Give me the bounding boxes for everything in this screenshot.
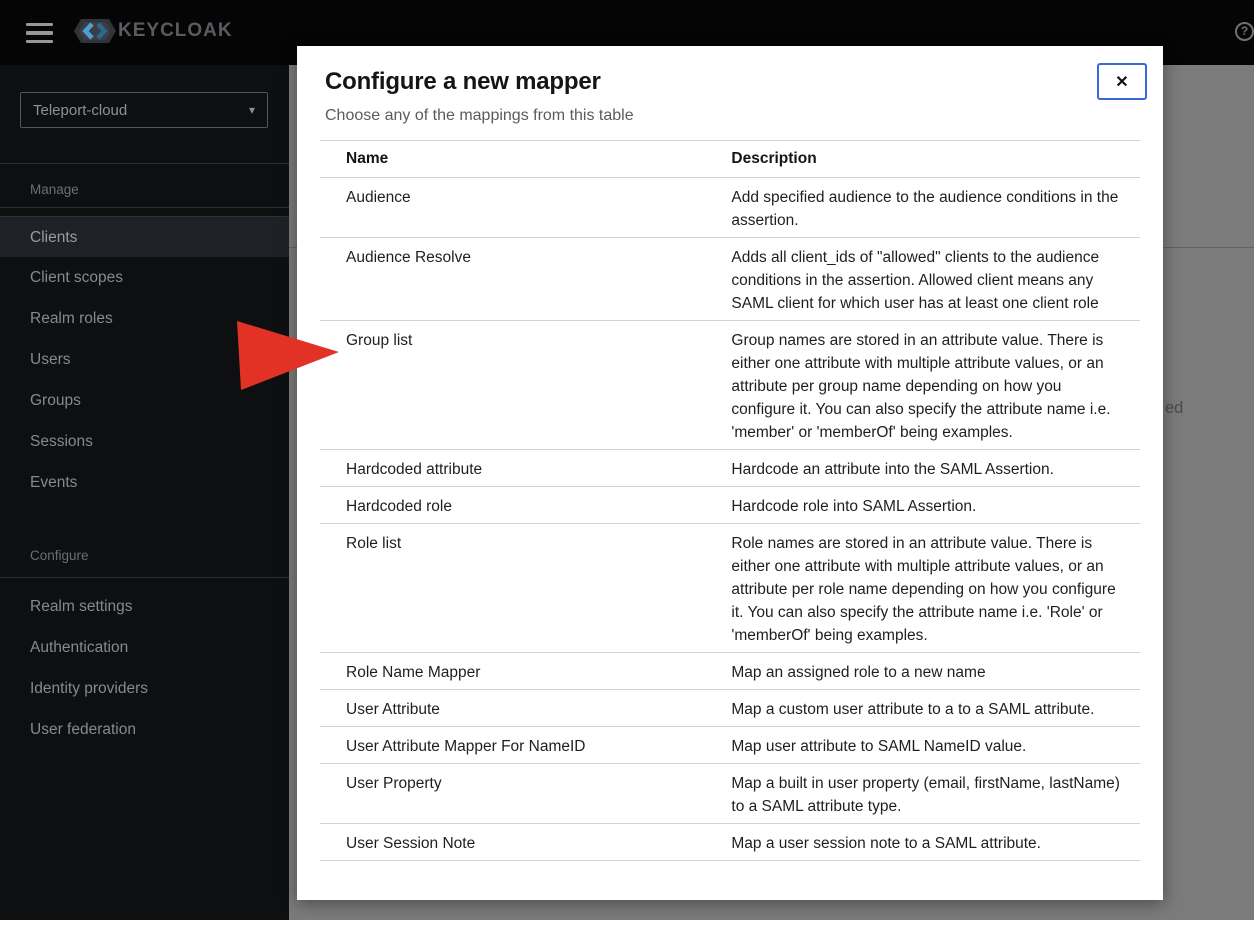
- hamburger-menu-icon[interactable]: [26, 23, 53, 44]
- modal-subtitle: Choose any of the mappings from this tab…: [325, 107, 634, 124]
- sidebar-item-identity-providers[interactable]: Identity providers: [0, 668, 289, 709]
- mapper-name-cell: User Property: [320, 763, 706, 824]
- sidebar-item-clients[interactable]: Clients: [0, 216, 289, 257]
- mapper-description-cell: Map user attribute to SAML NameID value.: [705, 726, 1140, 764]
- realm-selector-value: Teleport-cloud: [33, 101, 128, 119]
- table-row[interactable]: User Attribute Map a custom user attribut…: [320, 689, 1140, 727]
- table-row[interactable]: User Property Map a built in user propert…: [320, 763, 1140, 824]
- keycloak-logo: KEYCLOAK: [74, 16, 233, 46]
- table-row[interactable]: User Attribute Mapper For NameID Map user…: [320, 726, 1140, 764]
- sidebar-item-realm-roles[interactable]: Realm roles: [0, 298, 289, 339]
- mapper-table-wrap: Name Description Audience Add specified a…: [320, 140, 1140, 861]
- sidebar-divider: [0, 577, 289, 578]
- mapper-name-cell: User Attribute: [320, 689, 706, 727]
- column-header-description: Description: [705, 140, 1140, 178]
- close-icon[interactable]: ✕: [1097, 63, 1147, 100]
- mapper-description-cell: Hardcode role into SAML Assertion.: [705, 486, 1140, 524]
- help-icon[interactable]: ?: [1235, 22, 1254, 41]
- sidebar-item-authentication[interactable]: Authentication: [0, 627, 289, 668]
- keycloak-logo-icon: [74, 19, 116, 43]
- mapper-name-cell: User Attribute Mapper For NameID: [320, 726, 706, 764]
- mapper-description-cell: Add specified audience to the audience c…: [705, 177, 1140, 238]
- nav-group-configure: Realm settings Authentication Identity pro…: [0, 586, 289, 750]
- logo-wordmark: KEYCLOAK: [118, 20, 233, 41]
- sidebar-divider: [0, 163, 289, 164]
- modal-title: Configure a new mapper: [325, 68, 601, 95]
- mapper-table: Name Description Audience Add specified a…: [320, 140, 1140, 861]
- mapper-description-cell: Hardcode an attribute into the SAML Asse…: [705, 449, 1140, 487]
- mapper-name-cell: Audience: [320, 177, 706, 238]
- keycloak-admin-console: KEYCLOAK ? Teleport-cloud ▾ Manage Clien…: [0, 0, 1254, 920]
- mapper-description-cell: Map a user session note to a SAML attrib…: [705, 823, 1140, 861]
- table-row[interactable]: Role Name Mapper Map an assigned role to …: [320, 652, 1140, 690]
- table-row[interactable]: Audience Resolve Adds all client_ids of "…: [320, 237, 1140, 321]
- sidebar-nav: Teleport-cloud ▾ Manage Clients Client sc…: [0, 65, 289, 920]
- sidebar-item-groups[interactable]: Groups: [0, 380, 289, 421]
- table-row[interactable]: Audience Add specified audience to the au…: [320, 177, 1140, 238]
- configure-mapper-modal: Configure a new mapper Choose any of the…: [297, 46, 1163, 900]
- sidebar-item-events[interactable]: Events: [0, 462, 289, 503]
- sidebar-item-sessions[interactable]: Sessions: [0, 421, 289, 462]
- sidebar-item-user-federation[interactable]: User federation: [0, 709, 289, 750]
- sidebar-divider: [0, 207, 289, 208]
- chevron-down-icon: ▾: [248, 103, 255, 117]
- mapper-name-cell: Hardcoded role: [320, 486, 706, 524]
- mapper-description-cell: Map an assigned role to a new name: [705, 652, 1140, 690]
- mapper-description-cell: Map a custom user attribute to a to a SA…: [705, 689, 1140, 727]
- table-row[interactable]: User Session Note Map a user session note…: [320, 823, 1140, 861]
- mapper-name-cell: Hardcoded attribute: [320, 449, 706, 487]
- mapper-description-cell: Group names are stored in an attribute v…: [705, 320, 1140, 450]
- nav-section-label-manage: Manage: [30, 182, 79, 197]
- nav-section-label-configure: Configure: [30, 548, 89, 563]
- table-header-row: Name Description: [320, 140, 1140, 178]
- sidebar-item-users[interactable]: Users: [0, 339, 289, 380]
- table-row[interactable]: Hardcoded role Hardcode role into SAML As…: [320, 486, 1140, 524]
- mapper-description-cell: Adds all client_ids of "allowed" clients…: [705, 237, 1140, 321]
- table-row[interactable]: Group list Group names are stored in an a…: [320, 320, 1140, 450]
- modal-header: Configure a new mapper Choose any of the…: [297, 46, 1163, 125]
- mapper-description-cell: Map a built in user property (email, fir…: [705, 763, 1140, 824]
- mapper-name-cell: Role list: [320, 523, 706, 653]
- mapper-description-cell: Role names are stored in an attribute va…: [705, 523, 1140, 653]
- mapper-name-cell: Audience Resolve: [320, 237, 706, 321]
- column-header-name: Name: [320, 140, 706, 178]
- nav-group-manage: Clients Client scopes Realm roles Users Grou…: [0, 216, 289, 503]
- mapper-name-cell: Role Name Mapper: [320, 652, 706, 690]
- sidebar-item-realm-settings[interactable]: Realm settings: [0, 586, 289, 627]
- mapper-name-cell: Group list: [320, 320, 706, 450]
- mapper-name-cell: User Session Note: [320, 823, 706, 861]
- background-partial-text: ed: [1165, 399, 1184, 417]
- table-row[interactable]: Role list Role names are stored in an att…: [320, 523, 1140, 653]
- table-row[interactable]: Hardcoded attribute Hardcode an attribute…: [320, 449, 1140, 487]
- realm-selector[interactable]: Teleport-cloud ▾: [20, 92, 268, 128]
- sidebar-item-client-scopes[interactable]: Client scopes: [0, 257, 289, 298]
